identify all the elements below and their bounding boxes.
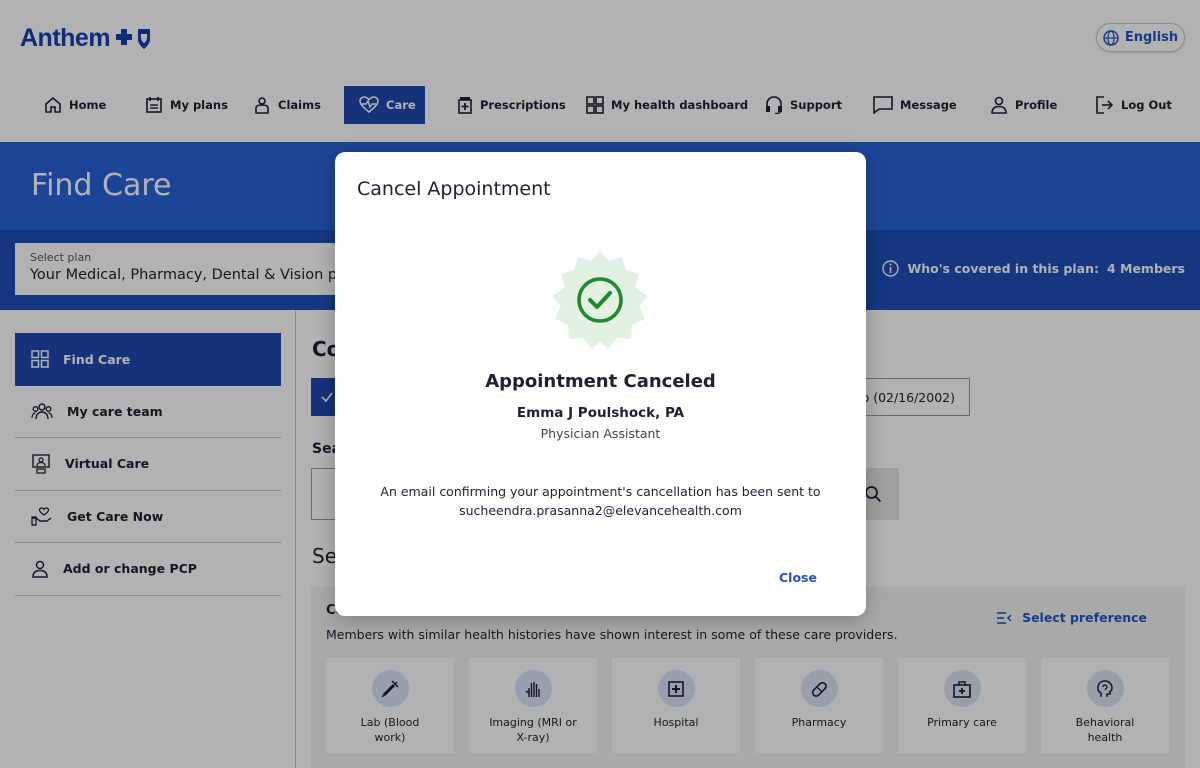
confirmation-message: An email confirming your appointment's c… <box>380 484 821 518</box>
provider-role: Physician Assistant <box>540 426 661 441</box>
cancel-appointment-dialog: Cancel Appointment Appointment Canceled … <box>335 152 866 616</box>
provider-name: Emma J Poulshock, PA <box>516 405 685 421</box>
dialog-title: Cancel Appointment <box>357 178 551 200</box>
success-badge-icon <box>552 251 648 349</box>
close-button[interactable]: Close <box>779 570 817 585</box>
dialog-heading: Appointment Canceled <box>485 371 716 392</box>
